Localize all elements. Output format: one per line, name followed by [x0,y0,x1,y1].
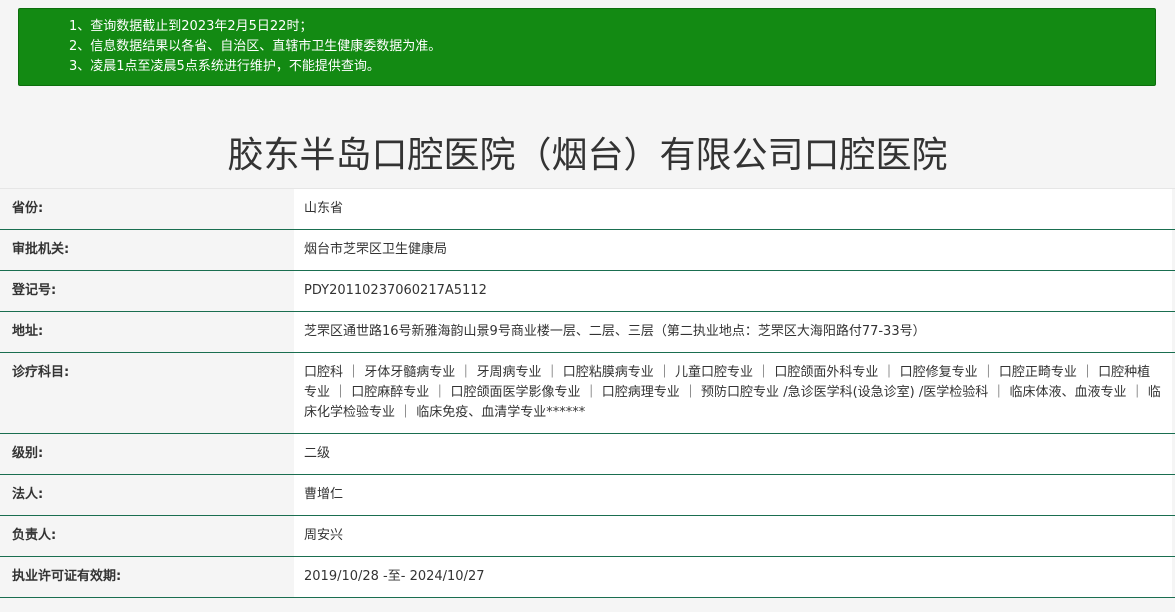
row-label: 级别: [0,434,294,474]
notice-line: 2、信息数据结果以各省、自治区、直辖市卫生健康委数据为准。 [69,39,442,54]
row-value: 周安兴 [294,516,1172,556]
row-label: 诊疗科目: [0,353,294,433]
notice-line: 3、凌晨1点至凌晨5点系统进行维护，不能提供查询。 [69,59,380,74]
table-row: 审批机关: 烟台市芝罘区卫生健康局 [0,230,1175,271]
info-table: 省份: 山东省 审批机关: 烟台市芝罘区卫生健康局 登记号: PDY201102… [0,188,1175,598]
row-value: 芝罘区通世路16号新雅海韵山景9号商业楼一层、二层、三层（第二执业地点：芝罘区大… [294,312,1172,352]
notice-line: 1、查询数据截止到2023年2月5日22时； [69,19,313,34]
table-row: 法人: 曹增仁 [0,475,1175,516]
row-value: 2019/10/28 -至- 2024/10/27 [294,557,1172,597]
page-title: 胶东半岛口腔医院（烟台）有限公司口腔医院 [227,135,948,176]
table-row: 级别: 二级 [0,434,1175,475]
row-value: PDY20110237060217A5112 [294,271,1172,311]
row-label: 地址: [0,312,294,352]
row-label: 审批机关: [0,230,294,270]
table-row: 诊疗科目: 口腔科 ｜ 牙体牙髓病专业 ｜ 牙周病专业 ｜ 口腔粘膜病专业 ｜ … [0,353,1175,434]
row-value: 曹增仁 [294,475,1172,515]
row-value: 口腔科 ｜ 牙体牙髓病专业 ｜ 牙周病专业 ｜ 口腔粘膜病专业 ｜ 儿童口腔专业… [294,353,1172,433]
row-label: 省份: [0,189,294,229]
notice-banner: 1、查询数据截止到2023年2月5日22时； 2、信息数据结果以各省、自治区、直… [18,8,1156,86]
table-row: 执业许可证有效期: 2019/10/28 -至- 2024/10/27 [0,557,1175,598]
row-value: 烟台市芝罘区卫生健康局 [294,230,1172,270]
row-value: 山东省 [294,189,1172,229]
row-label: 负责人: [0,516,294,556]
table-row: 省份: 山东省 [0,189,1175,230]
row-value: 二级 [294,434,1172,474]
table-row: 地址: 芝罘区通世路16号新雅海韵山景9号商业楼一层、二层、三层（第二执业地点：… [0,312,1175,353]
table-row: 登记号: PDY20110237060217A5112 [0,271,1175,312]
row-label: 登记号: [0,271,294,311]
row-label: 执业许可证有效期: [0,557,294,597]
row-label: 法人: [0,475,294,515]
table-row: 负责人: 周安兴 [0,516,1175,557]
